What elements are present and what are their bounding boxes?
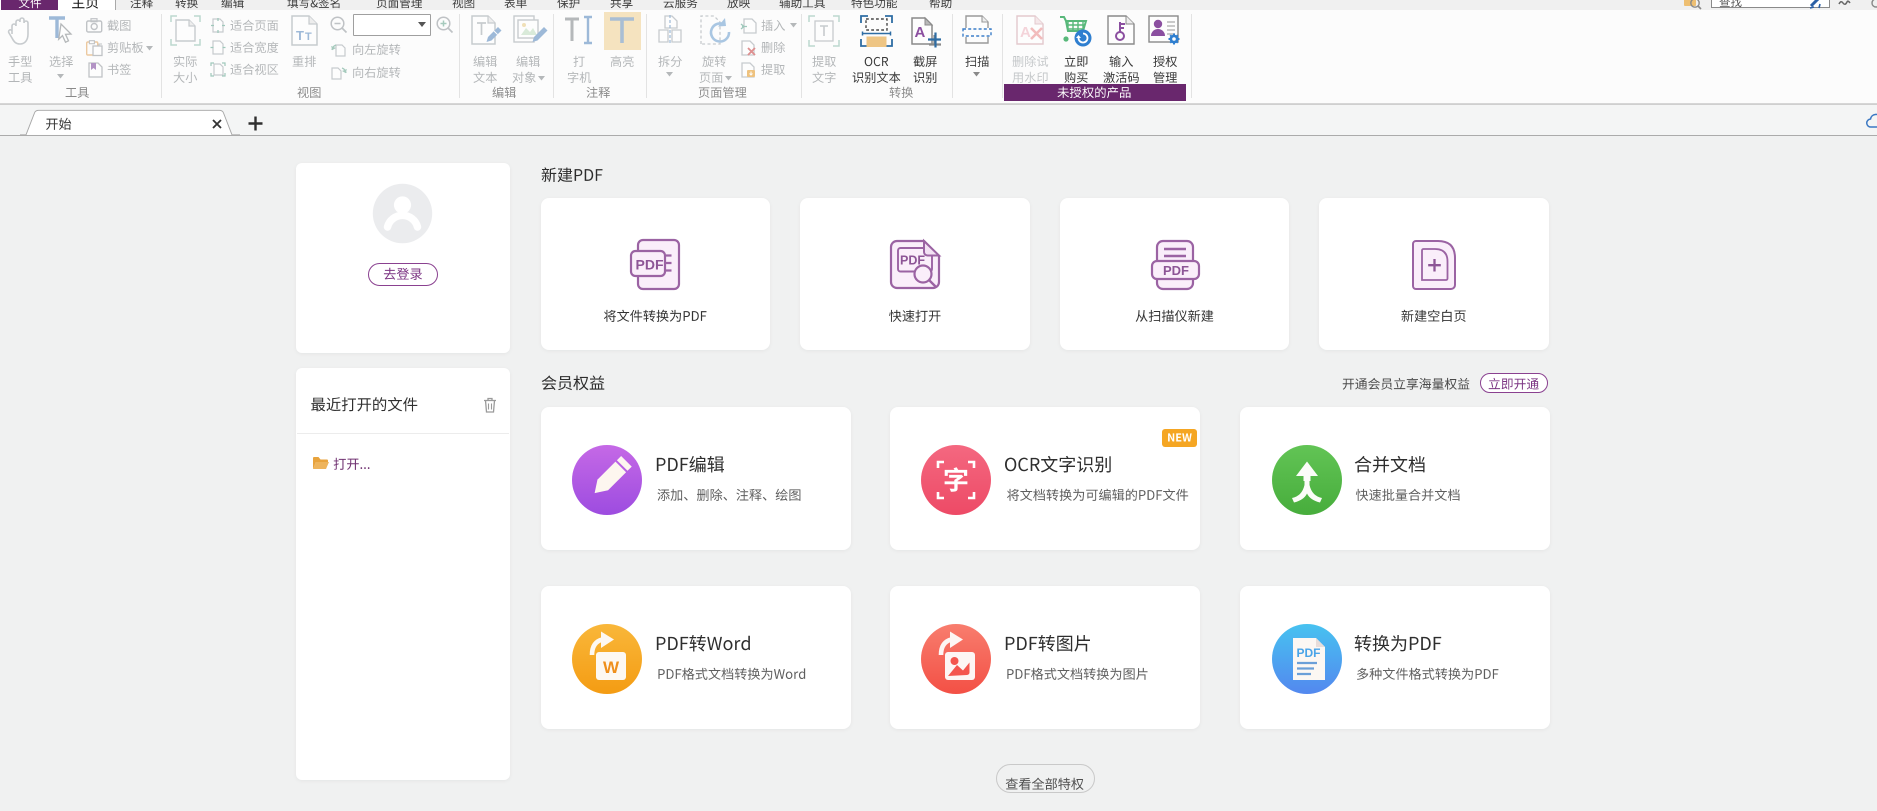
svg-text:PDF: PDF	[1296, 646, 1320, 660]
svg-text:W: W	[603, 658, 620, 677]
svg-text:T: T	[305, 31, 312, 43]
svg-text:PDF: PDF	[636, 257, 664, 273]
svg-text:T: T	[296, 28, 304, 43]
svg-text:PDF: PDF	[1163, 263, 1189, 278]
svg-text:A: A	[1020, 24, 1031, 41]
svg-text:A: A	[915, 24, 926, 41]
